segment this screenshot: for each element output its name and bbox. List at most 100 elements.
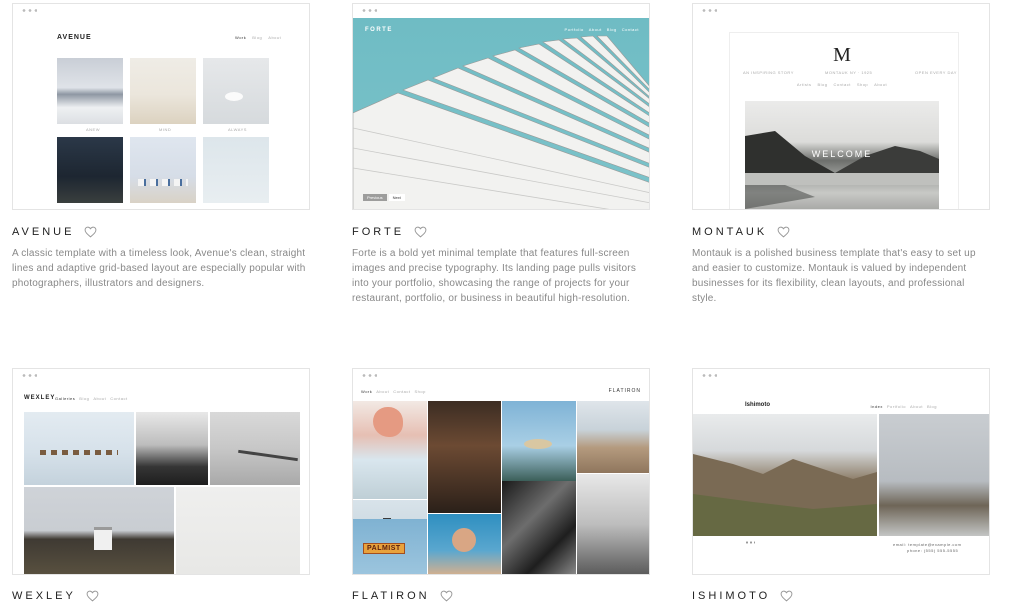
preview-nav-item: Index	[870, 404, 883, 409]
template-name[interactable]: AVENUE	[12, 226, 74, 238]
preview-photo-pier	[210, 412, 300, 485]
preview-slide-controls: Previous Next	[363, 194, 405, 201]
preview-nav-item: Portfolio	[564, 27, 584, 32]
preview-next-button: Next	[388, 194, 405, 201]
heart-outline-icon[interactable]	[780, 590, 793, 602]
template-name[interactable]: ISHIMOTO	[692, 590, 770, 602]
template-preview-wexley[interactable]: WEXLEY Galleries Blog About Contact	[12, 368, 310, 575]
preview-caption: MIND	[159, 127, 172, 132]
window-bar	[13, 4, 309, 18]
preview-tagline-center: MONTAUK NY · 1925	[825, 70, 873, 75]
preview-nav: Artists Blog Contact Shop About	[693, 82, 989, 87]
template-name[interactable]: MONTAUK	[692, 226, 767, 238]
preview-logo: Ishimoto	[745, 402, 770, 408]
preview-nav-item: Shop	[414, 389, 426, 394]
template-name[interactable]: FORTE	[352, 226, 404, 238]
preview-photo-river	[879, 414, 989, 536]
preview-nav-item: Contact	[393, 389, 411, 394]
preview-photo-balloon	[353, 401, 427, 499]
preview-contact-line: phone: (555) 555-5555	[907, 548, 959, 553]
preview-nav-item: Work	[361, 389, 373, 394]
preview-nav: Galleries Blog About Contact	[55, 396, 128, 401]
window-dots-icon	[21, 9, 37, 12]
heart-outline-icon[interactable]	[86, 590, 99, 602]
preview-nav-item: Galleries	[55, 396, 76, 401]
preview-nav-item: Shop	[856, 82, 869, 87]
preview-nav-item: About	[910, 404, 923, 409]
preview-photo-swan	[203, 58, 269, 124]
preview-hills-graphic	[693, 454, 877, 536]
preview-nav-item: Blog	[926, 404, 937, 409]
template-name[interactable]: FLATIRON	[352, 590, 430, 602]
template-description: Forte is a bold yet minimal template tha…	[352, 248, 637, 304]
preview-nav-item: About	[93, 396, 107, 401]
preview-nav-item: Portfolio	[886, 404, 907, 409]
preview-caption: ALWAYS	[228, 127, 247, 132]
window-bar	[13, 369, 309, 383]
preview-nav-item: About	[588, 27, 602, 32]
preview-photo-fog	[203, 137, 269, 203]
template-preview-avenue[interactable]: AVENUE Work Blog About ANEW MIND ALWAYS	[12, 3, 310, 210]
window-bar	[693, 4, 989, 18]
preview-nav-item: Blog	[252, 35, 263, 40]
preview-nav-item: Artists	[796, 82, 812, 87]
window-bar	[353, 369, 649, 383]
preview-nav-item: Contact	[621, 27, 639, 32]
template-preview-montauk[interactable]: M AN INSPIRING STORY MONTAUK NY · 1925 O…	[692, 3, 990, 210]
template-name[interactable]: WEXLEY	[12, 590, 76, 602]
preview-logo: M	[833, 44, 851, 66]
preview-photo-palm-bw	[577, 474, 649, 574]
preview-photo-sea	[24, 412, 134, 485]
preview-nav-item: Contact	[110, 396, 128, 401]
preview-photo-hut	[24, 487, 174, 574]
preview-tagline-left: AN INSPIRING STORY	[743, 70, 794, 75]
preview-photo-car-interior	[428, 401, 501, 513]
preview-photo-desert	[577, 401, 649, 473]
preview-building-graphic	[353, 35, 649, 209]
preview-tagline-right: OPEN EVERY DAY	[915, 70, 957, 75]
preview-photo-hands-bw	[502, 481, 576, 574]
preview-hero-image: WELCOME	[745, 101, 939, 209]
heart-outline-icon[interactable]	[84, 226, 97, 238]
preview-contact-line: email: template@example.com	[893, 542, 962, 547]
preview-logo: AVENUE	[57, 34, 92, 41]
preview-logo: FORTE	[365, 27, 393, 33]
preview-nav: Work About Contact Shop	[361, 389, 426, 394]
window-dots-icon	[21, 374, 37, 377]
preview-nav: Portfolio About Blog Contact	[565, 27, 639, 32]
preview-nav-item: Contact	[833, 82, 851, 87]
preview-nav-item: Blog	[79, 396, 90, 401]
template-description: A classic template with a timeless look,…	[12, 248, 306, 289]
preview-nav-item: About	[874, 82, 888, 87]
preview-photo-fog-field	[176, 487, 300, 574]
preview-photo-mountain-bw	[136, 412, 208, 485]
window-dots-icon	[361, 9, 377, 12]
preview-nav-item: Blog	[817, 82, 828, 87]
preview-nav-item: Work	[235, 35, 247, 40]
preview-sign-text: PALMIST	[363, 543, 405, 554]
preview-hero-image	[353, 18, 649, 209]
preview-logo: WEXLEY	[24, 395, 56, 401]
preview-nav: Work Blog About	[235, 35, 281, 40]
heart-outline-icon[interactable]	[414, 226, 427, 238]
preview-photo-hills	[693, 414, 877, 536]
preview-hero-text: WELCOME	[811, 149, 873, 159]
window-bar	[353, 4, 649, 18]
preview-photo-woman	[428, 514, 501, 574]
preview-photo-beach	[130, 58, 196, 124]
preview-nav: Index Portfolio About Blog	[871, 404, 937, 409]
heart-outline-icon[interactable]	[777, 226, 790, 238]
window-dots-icon	[701, 374, 717, 377]
template-preview-flatiron[interactable]: Work About Contact Shop FLATIRON PALMIST	[352, 368, 650, 575]
preview-photo-palmist-sign: PALMIST	[353, 519, 427, 574]
template-preview-ishimoto[interactable]: Ishimoto Index Portfolio About Blog emai…	[692, 368, 990, 575]
window-dots-icon	[361, 374, 377, 377]
window-dots-icon	[701, 9, 717, 12]
preview-prev-button: Previous	[363, 194, 387, 201]
heart-outline-icon[interactable]	[440, 590, 453, 602]
template-preview-forte[interactable]: FORTE Portfolio About Blog Contact Previ…	[352, 3, 650, 210]
preview-logo: FLATIRON	[608, 388, 641, 394]
preview-photo-night-city	[57, 137, 123, 203]
preview-photo-mountains	[57, 58, 123, 124]
preview-pager-dots	[745, 541, 755, 544]
